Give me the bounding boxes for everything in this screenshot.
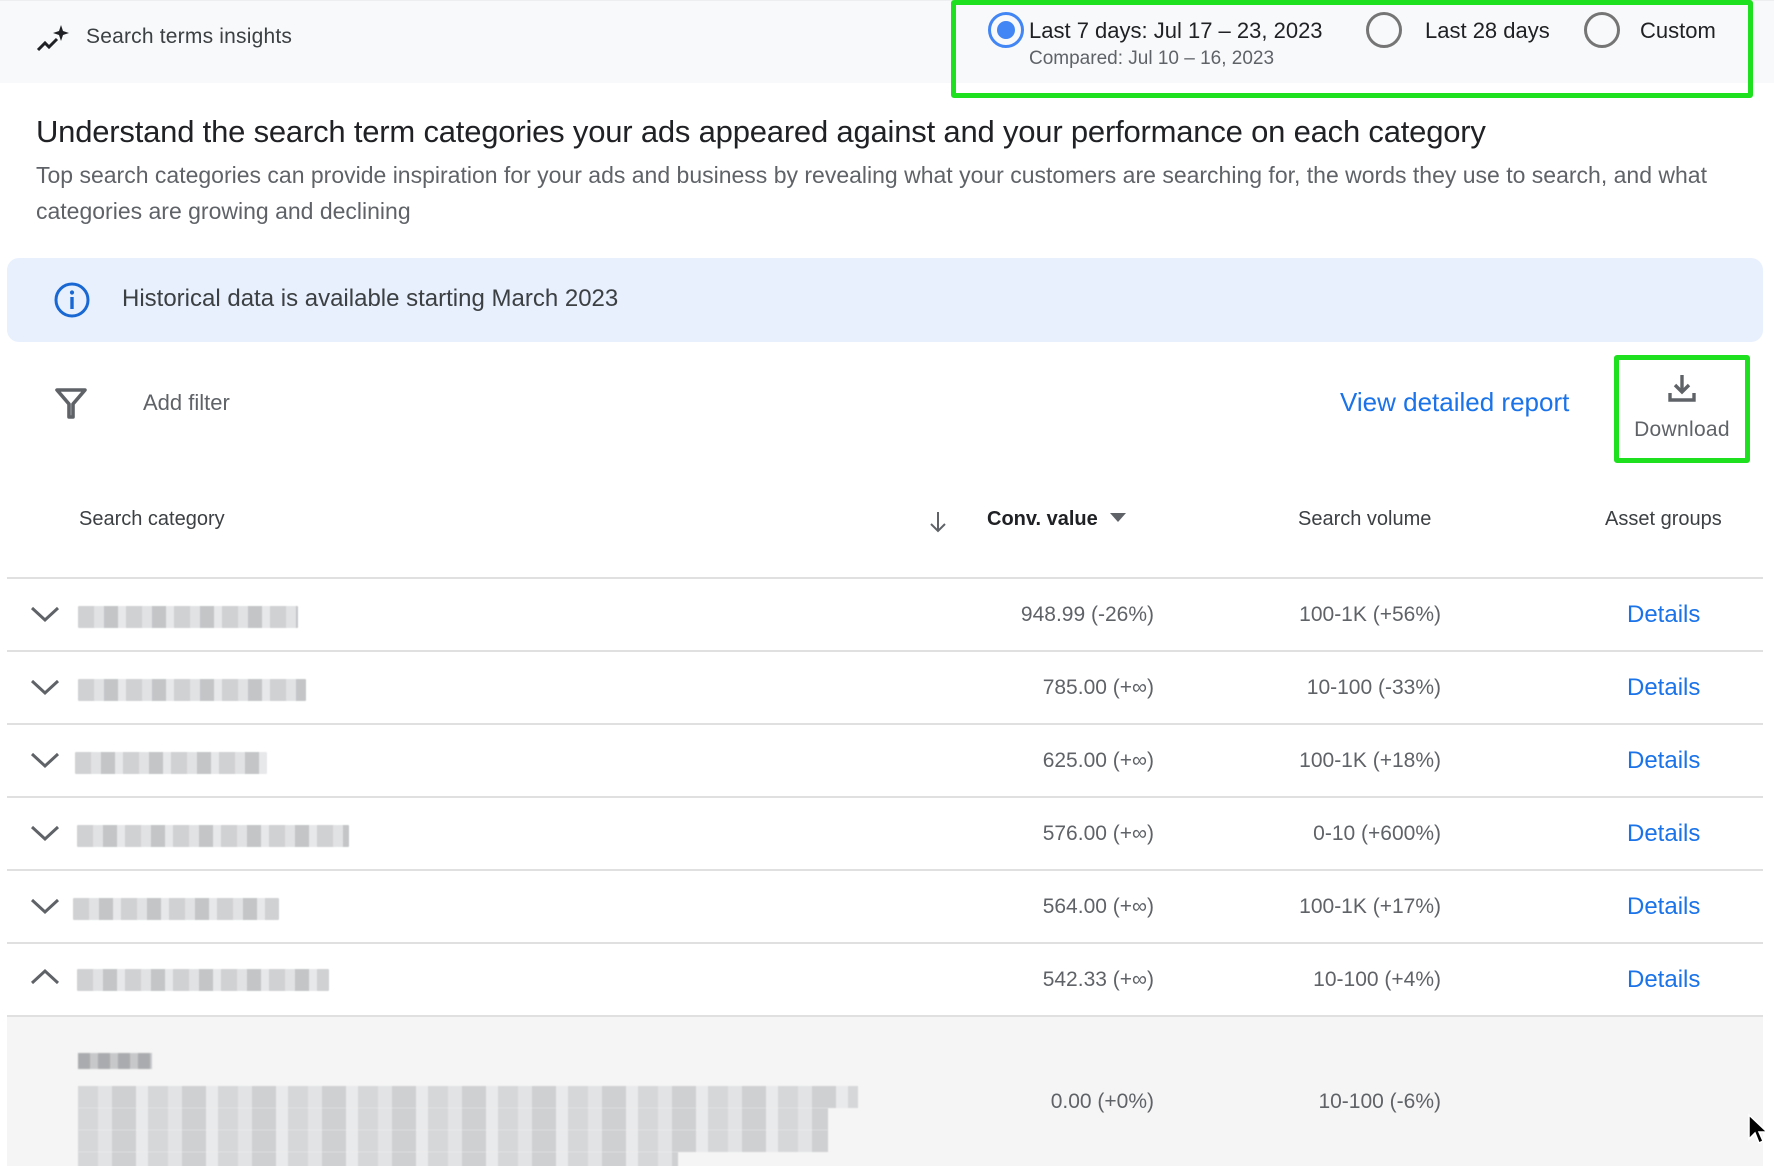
search-volume-cell: 100-1K (+18%) — [1299, 749, 1441, 772]
radio-last-28-days[interactable] — [1366, 12, 1402, 48]
blurred-search-terms-line — [78, 1108, 828, 1130]
blurred-category-name — [77, 825, 349, 847]
subrow-search-volume-cell: 10-100 (-6%) — [1318, 1090, 1441, 1113]
table-row[interactable]: 785.00 (+∞) 10-100 (-33%) Details — [7, 650, 1763, 723]
blurred-category-name — [78, 606, 298, 628]
date-range-selector: Last 7 days: Jul 17 – 23, 2023 Compared:… — [951, 0, 1753, 98]
search-volume-cell: 100-1K (+17%) — [1299, 895, 1441, 918]
column-header-conv-value-label: Conv. value — [987, 508, 1098, 530]
chevron-down-icon[interactable] — [29, 823, 61, 843]
conv-value-cell: 564.00 (+∞) — [1042, 895, 1154, 918]
chevron-up-icon[interactable] — [29, 967, 61, 987]
table-row[interactable]: 948.99 (-26%) 100-1K (+56%) Details — [7, 577, 1763, 650]
download-label: Download — [1634, 418, 1730, 441]
view-detailed-report-link[interactable]: View detailed report — [1340, 387, 1569, 418]
blurred-category-name — [78, 679, 306, 701]
details-link[interactable]: Details — [1627, 966, 1700, 994]
search-volume-cell: 100-1K (+56%) — [1299, 603, 1441, 626]
download-button[interactable]: Download — [1614, 355, 1750, 463]
subrow-conv-value-cell: 0.00 (+0%) — [1050, 1090, 1154, 1113]
insights-trend-sparkle-icon — [36, 25, 69, 52]
details-link[interactable]: Details — [1627, 674, 1700, 702]
chevron-down-icon[interactable] — [29, 677, 61, 697]
table-row[interactable]: 576.00 (+∞) 0-10 (+600%) Details — [7, 796, 1763, 869]
radio-label-last-28-days[interactable]: Last 28 days — [1425, 18, 1550, 44]
details-link[interactable]: Details — [1627, 601, 1700, 629]
conv-value-cell: 576.00 (+∞) — [1042, 822, 1154, 845]
radio-label-last-7-days[interactable]: Last 7 days: Jul 17 – 23, 2023 — [1029, 18, 1323, 44]
column-header-asset-groups[interactable]: Asset groups — [1605, 508, 1722, 531]
table-row[interactable]: 564.00 (+∞) 100-1K (+17%) Details — [7, 869, 1763, 942]
page-title: Search terms insights — [86, 25, 293, 48]
dropdown-caret-icon[interactable] — [1109, 513, 1126, 523]
column-header-conv-value[interactable]: Conv. value — [987, 508, 1126, 531]
download-icon — [1668, 375, 1696, 402]
info-banner-text: Historical data is available starting Ma… — [122, 285, 619, 312]
table-row-expanded[interactable]: 542.33 (+∞) 10-100 (+4%) Details — [7, 942, 1763, 1015]
chevron-down-icon[interactable] — [29, 896, 61, 916]
search-volume-cell: 10-100 (-33%) — [1306, 676, 1441, 699]
chevron-down-icon[interactable] — [29, 750, 61, 770]
blurred-subcategory-title — [78, 1053, 152, 1069]
blurred-category-name — [77, 969, 329, 991]
conv-value-cell: 948.99 (-26%) — [1020, 603, 1154, 626]
details-link[interactable]: Details — [1627, 820, 1700, 848]
details-link[interactable]: Details — [1627, 893, 1700, 921]
section-heading: Understand the search term categories yo… — [36, 114, 1486, 149]
chevron-down-icon[interactable] — [29, 604, 61, 624]
comparison-date-label: Compared: Jul 10 – 16, 2023 — [1029, 48, 1275, 69]
expanded-subrow: 0.00 (+0%) 10-100 (-6%) — [7, 1015, 1763, 1166]
column-header-search-volume[interactable]: Search volume — [1298, 508, 1431, 531]
radio-last-7-days[interactable] — [988, 12, 1024, 48]
info-icon — [54, 282, 90, 318]
conv-value-cell: 542.33 (+∞) — [1042, 968, 1154, 991]
radio-custom[interactable] — [1584, 12, 1620, 48]
filter-icon[interactable] — [54, 386, 88, 420]
add-filter-button[interactable]: Add filter — [143, 390, 230, 416]
mouse-pointer-icon — [1748, 1113, 1769, 1145]
blurred-search-terms-line — [78, 1152, 678, 1166]
blurred-category-name — [75, 752, 267, 774]
blurred-search-terms-line — [78, 1130, 828, 1152]
search-volume-cell: 10-100 (+4%) — [1313, 968, 1441, 991]
radio-label-custom[interactable]: Custom — [1640, 18, 1716, 44]
table-row[interactable]: 625.00 (+∞) 100-1K (+18%) Details — [7, 723, 1763, 796]
search-volume-cell: 0-10 (+600%) — [1313, 822, 1441, 845]
conv-value-cell: 625.00 (+∞) — [1042, 749, 1154, 772]
info-banner: Historical data is available starting Ma… — [7, 258, 1763, 342]
conv-value-cell: 785.00 (+∞) — [1042, 676, 1154, 699]
blurred-category-name — [73, 898, 279, 920]
section-description: Top search categories can provide inspir… — [36, 162, 1707, 224]
sort-descending-arrow-icon[interactable] — [926, 508, 950, 536]
details-link[interactable]: Details — [1627, 747, 1700, 775]
blurred-search-terms-line — [78, 1086, 858, 1108]
column-header-search-category[interactable]: Search category — [79, 508, 225, 531]
